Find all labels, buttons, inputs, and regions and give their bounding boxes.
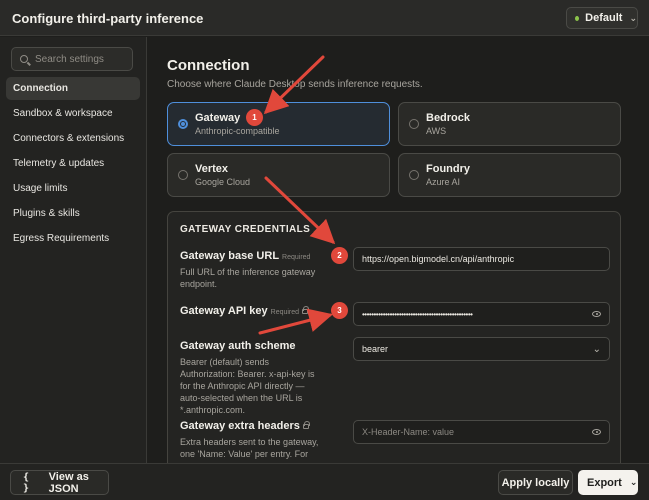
masked-api-key: ••••••••••••••••••••••••••••••••••••••••… (362, 309, 473, 319)
sidebar-item-connectors-extensions[interactable]: Connectors & extensions (6, 127, 140, 150)
status-dot-icon (575, 15, 580, 21)
annotation-badge-3: 3 (331, 302, 348, 319)
profile-label: Default (585, 12, 623, 24)
radio-unselected-icon (178, 170, 188, 180)
radio-unselected-icon (409, 170, 419, 180)
field-help-base-url: Full URL of the inference gateway endpoi… (180, 267, 316, 289)
section-title: GATEWAY CREDENTIALS (180, 224, 311, 235)
extra-headers-placeholder: X-Header-Name: value (362, 427, 455, 437)
search-input[interactable]: Search settings (11, 47, 133, 71)
eye-icon[interactable] (592, 429, 601, 435)
provider-name: Gateway (195, 112, 241, 124)
sidebar-item-label: Connectors & extensions (13, 133, 125, 144)
required-badge: Required (270, 309, 300, 316)
apply-locally-button[interactable]: Apply locally (498, 470, 573, 495)
annotation-badge-2: 2 (331, 247, 348, 264)
braces-icon: { } (23, 471, 30, 494)
export-button[interactable]: Export ⌄ (578, 470, 638, 495)
field-label-auth-scheme: Gateway auth scheme (180, 340, 296, 352)
annotation-badge-1: 1 (246, 109, 263, 126)
provider-detail: Google Cloud (195, 177, 251, 187)
provider-detail: Azure AI (426, 177, 461, 187)
window-title: Configure third-party inference (12, 11, 204, 26)
field-label-base-url: Gateway base URL Required (180, 250, 311, 262)
sidebar-item-label: Telemetry & updates (13, 158, 105, 169)
lock-icon (302, 306, 310, 314)
gateway-credentials-section: GATEWAY CREDENTIALS Gateway base URL Requ… (167, 211, 621, 463)
field-label-api-key: Gateway API key Required (180, 305, 310, 317)
provider-name: Vertex (195, 163, 229, 175)
sidebar-item-label: Plugins & skills (13, 208, 80, 219)
field-help-auth-scheme: Bearer (default) sends Authorization: Be… (180, 357, 315, 415)
lock-icon (302, 421, 310, 429)
provider-detail: Anthropic-compatible (195, 126, 280, 136)
radio-selected-icon (178, 119, 188, 129)
provider-card-gateway[interactable]: Gateway Anthropic-compatible (167, 102, 390, 146)
settings-sidebar: Search settings Connection Sandbox & wor… (0, 37, 147, 463)
radio-unselected-icon (409, 119, 419, 129)
chevron-down-icon: ⌄ (629, 12, 637, 23)
provider-card-bedrock[interactable]: Bedrock AWS (398, 102, 621, 146)
sidebar-item-egress-requirements[interactable]: Egress Requirements (6, 227, 140, 250)
chevron-down-icon: ⌄ (629, 477, 638, 487)
sidebar-item-telemetry-updates[interactable]: Telemetry & updates (6, 152, 140, 175)
gateway-base-url-input[interactable]: https://open.bigmodel.cn/api/anthropic (353, 247, 610, 271)
provider-name: Bedrock (426, 112, 471, 124)
footer-bar: { } View as JSON Apply locally Export ⌄ (0, 463, 649, 500)
sidebar-item-label: Egress Requirements (13, 233, 110, 244)
page-description: Choose where Claude Desktop sends infere… (167, 79, 423, 90)
sidebar-item-sandbox-workspace[interactable]: Sandbox & workspace (6, 102, 140, 125)
search-placeholder: Search settings (35, 53, 104, 65)
search-icon (20, 55, 28, 63)
provider-name: Foundry (426, 163, 470, 175)
provider-card-foundry[interactable]: Foundry Azure AI (398, 153, 621, 197)
provider-card-vertex[interactable]: Vertex Google Cloud (167, 153, 390, 197)
view-json-label: View as JSON (48, 470, 89, 495)
connection-panel: Connection Choose where Claude Desktop s… (148, 37, 649, 463)
sidebar-item-usage-limits[interactable]: Usage limits (6, 177, 140, 200)
eye-icon[interactable] (592, 311, 601, 317)
gateway-api-key-input[interactable]: ••••••••••••••••••••••••••••••••••••••••… (353, 302, 610, 326)
sidebar-item-label: Sandbox & workspace (13, 108, 113, 119)
field-label-extra-headers: Gateway extra headers (180, 420, 310, 432)
gateway-extra-headers-input[interactable]: X-Header-Name: value (353, 420, 610, 444)
export-label: Export (587, 476, 622, 489)
gateway-base-url-value: https://open.bigmodel.cn/api/anthropic (362, 254, 515, 264)
sidebar-item-plugins-skills[interactable]: Plugins & skills (6, 202, 140, 225)
view-as-json-button[interactable]: { } View as JSON (10, 470, 109, 495)
sidebar-item-label: Connection (13, 83, 68, 94)
chevron-down-icon: ⌄ (592, 344, 601, 355)
field-help-extra-headers: Extra headers sent to the gateway, one '… (180, 437, 319, 459)
sidebar-item-label: Usage limits (13, 183, 68, 194)
page-title: Connection (167, 57, 250, 74)
gateway-auth-scheme-select[interactable]: bearer ⌄ (353, 337, 610, 361)
provider-detail: AWS (426, 126, 447, 136)
selected-auth-scheme: bearer (362, 344, 389, 354)
title-bar: Configure third-party inference Default … (0, 0, 649, 36)
sidebar-item-connection[interactable]: Connection (6, 77, 140, 100)
profile-selector[interactable]: Default ⌄ (566, 7, 638, 29)
required-badge: Required (282, 254, 311, 261)
